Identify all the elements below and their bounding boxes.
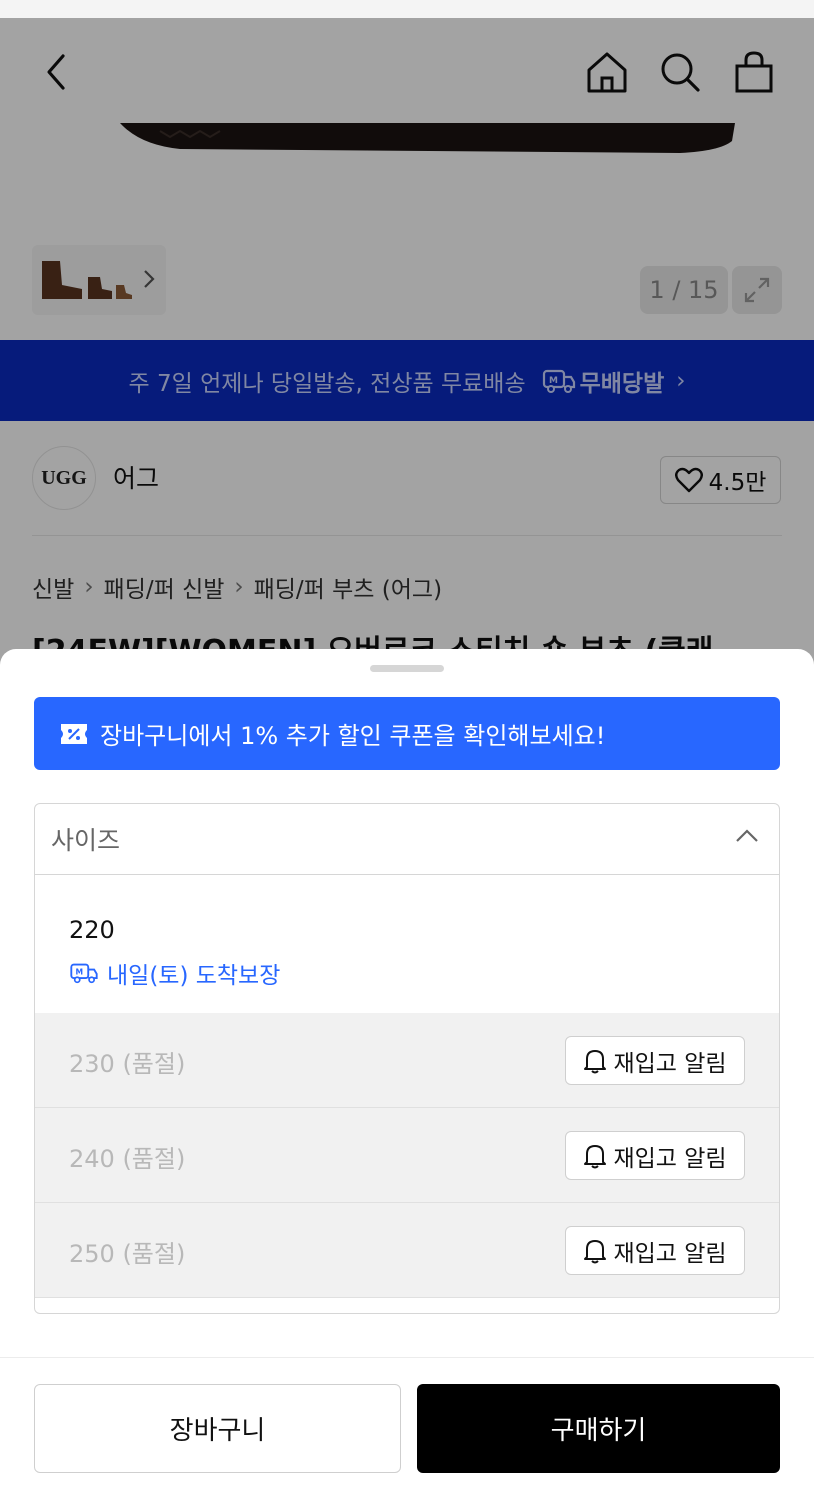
size-option-label: 220 (69, 916, 115, 944)
product-page: 1 / 15 주 7일 언제나 당일발송, 전상품 무료배송 M 무배당발 › … (0, 18, 814, 1500)
coupon-icon (61, 723, 87, 744)
restock-alert-button[interactable]: 재입고 알림 (565, 1226, 745, 1275)
restock-alert-button[interactable]: 재입고 알림 (565, 1036, 745, 1085)
restock-label: 재입고 알림 (613, 1240, 727, 1267)
svg-text:M: M (76, 968, 84, 977)
bell-icon (584, 1144, 607, 1168)
size-select: 사이즈 220 M 내일(토) 도착보장 230 (품절) 재입고 알림 240… (34, 803, 780, 1314)
restock-alert-button[interactable]: 재입고 알림 (565, 1131, 745, 1180)
size-option-250: 250 (품절) 재입고 알림 (35, 1203, 779, 1298)
size-option-label: 230 (품절) (69, 1050, 186, 1078)
size-option-240: 240 (품절) 재입고 알림 (35, 1108, 779, 1203)
chevron-up-icon (736, 829, 758, 842)
restock-label: 재입고 알림 (613, 1145, 727, 1172)
delivery-guarantee: M 내일(토) 도착보장 (69, 956, 280, 990)
bell-icon (584, 1239, 607, 1263)
divider (0, 1357, 814, 1358)
coupon-banner[interactable]: 장바구니에서 1% 추가 할인 쿠폰을 확인해보세요! (34, 697, 780, 770)
size-option-230: 230 (품절) 재입고 알림 (35, 1013, 779, 1108)
buy-now-button[interactable]: 구매하기 (417, 1384, 780, 1473)
sheet-grabber[interactable] (370, 665, 444, 672)
status-bar (0, 0, 814, 18)
delivery-text: 내일(토) 도착보장 (107, 963, 281, 989)
size-option-220[interactable]: 220 M 내일(토) 도착보장 (35, 876, 779, 1013)
size-option-label: 250 (품절) (69, 1240, 186, 1268)
delivery-truck-icon: M (70, 963, 98, 984)
add-to-cart-button[interactable]: 장바구니 (34, 1384, 401, 1473)
coupon-text: 장바구니에서 1% 추가 할인 쿠폰을 확인해보세요! (100, 722, 606, 750)
size-dropdown-header[interactable]: 사이즈 (35, 804, 779, 875)
restock-label: 재입고 알림 (613, 1050, 727, 1077)
bell-icon (584, 1049, 607, 1073)
size-dropdown-label: 사이즈 (51, 826, 121, 855)
size-option-label: 240 (품절) (69, 1145, 186, 1173)
option-bottom-sheet: 장바구니에서 1% 추가 할인 쿠폰을 확인해보세요! 사이즈 220 M 내일… (0, 649, 814, 1500)
